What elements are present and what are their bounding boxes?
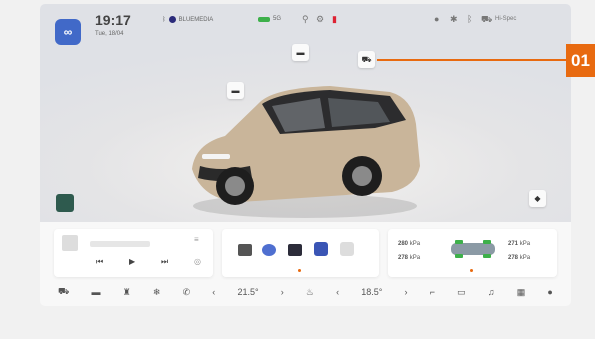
- app-shortcuts-card[interactable]: [222, 229, 379, 277]
- grid-icon[interactable]: ▦: [517, 287, 526, 298]
- car-home-icon[interactable]: ⛟: [58, 286, 69, 298]
- profile-label: Hi-Spec: [495, 16, 517, 22]
- seat-icon[interactable]: ♜: [123, 287, 131, 298]
- widget-row: ⏮ ▶ ⏭ ≡ ◎ 280 kPa 278 kPa 271 kPa 278 kP…: [54, 229, 557, 277]
- tire-pressure-card[interactable]: 280 kPa 278 kPa 271 kPa 278 kPa: [388, 229, 557, 277]
- seat-adjust-icon[interactable]: ⌐: [430, 287, 435, 297]
- tire-front-left: 280: [398, 241, 409, 247]
- next-icon[interactable]: ⏭: [161, 257, 168, 267]
- dot-menu-icon[interactable]: ●: [547, 287, 552, 297]
- camera-app-icon[interactable]: [238, 244, 252, 256]
- callout-badge: 01: [566, 44, 595, 77]
- tire-unit-rr: kPa: [519, 255, 531, 261]
- seat-mode-button[interactable]: ◆: [529, 190, 546, 207]
- roof-hotspot[interactable]: ▬: [292, 44, 309, 61]
- left-quick-button[interactable]: [56, 194, 74, 212]
- gear-icon[interactable]: ✱: [450, 14, 458, 25]
- signal-status: 5G: [258, 16, 281, 22]
- page-indicator: [298, 269, 301, 272]
- right-temp: 18.5°: [361, 287, 383, 297]
- media-dot-icon: [168, 16, 176, 23]
- bus-icon[interactable]: ▬: [91, 287, 100, 297]
- seat-hotspot[interactable]: ⛟: [358, 51, 375, 68]
- tire-unit-rl: kPa: [409, 255, 421, 261]
- bluetooth-status: ᛒ BLUEMEDIA: [162, 16, 213, 23]
- settings-small-icon[interactable]: ◎: [194, 257, 201, 266]
- tire-rear-left: 278: [398, 255, 409, 261]
- play-icon[interactable]: ▶: [129, 257, 135, 266]
- track-title: [90, 241, 150, 247]
- tire-unit-fr: kPa: [519, 241, 531, 247]
- media-label: BLUEMEDIA: [178, 16, 214, 23]
- bluetooth-icon: ᛒ: [162, 16, 166, 23]
- signal-bar-icon: [258, 16, 270, 22]
- tire-unit-fl: kPa: [409, 241, 421, 247]
- clock: 19:17: [95, 12, 131, 28]
- date: Tue, 18/04: [95, 31, 124, 37]
- right-temp-up-icon[interactable]: ›: [405, 287, 408, 297]
- list-icon[interactable]: ≡: [194, 235, 199, 244]
- defrost-icon[interactable]: ▭: [457, 287, 466, 298]
- tire-rear-right: 278: [508, 255, 519, 261]
- vehicle-hero: ∞ 19:17 Tue, 18/04 ᛒ BLUEMEDIA 5G ⚲ ⚙ ▮ …: [40, 4, 571, 222]
- album-art: [62, 235, 78, 251]
- vehicle-image: [192, 86, 420, 218]
- bluetooth-toggle-icon[interactable]: ᛒ: [467, 14, 472, 24]
- phone-icon[interactable]: ✆: [183, 287, 191, 298]
- tire-page-indicator: [470, 269, 473, 272]
- app-logo[interactable]: ∞: [55, 19, 81, 45]
- signal-label: 5G: [273, 16, 282, 22]
- wifi-icon: ⚲: [302, 14, 309, 24]
- weather-app-icon[interactable]: [262, 244, 276, 256]
- fan-icon[interactable]: ❄: [153, 287, 161, 298]
- tire-front-right: 271: [508, 241, 519, 247]
- infotainment-screen: ∞ 19:17 Tue, 18/04 ᛒ BLUEMEDIA 5G ⚲ ⚙ ▮ …: [40, 4, 571, 306]
- car-icon[interactable]: ⛟: [481, 14, 492, 26]
- alert-icon: ▮: [332, 14, 337, 24]
- seat-heat-icon[interactable]: ♨: [306, 287, 314, 298]
- left-temp-up-icon[interactable]: ›: [281, 287, 284, 297]
- bottom-dock: ⛟ ▬ ♜ ❄ ✆ ‹ 21.5° › ♨ ‹ 18.5° › ⌐ ▭ ♫ ▦ …: [54, 280, 557, 304]
- prev-icon[interactable]: ⏮: [96, 257, 103, 267]
- status-bar: ∞ 19:17 Tue, 18/04 ᛒ BLUEMEDIA 5G ⚲ ⚙ ▮ …: [40, 4, 571, 45]
- more-app-icon[interactable]: [340, 242, 354, 256]
- tire-car-diagram: [451, 240, 495, 258]
- media-card[interactable]: ⏮ ▶ ⏭ ≡ ◎: [54, 229, 213, 277]
- user-icon[interactable]: ●: [434, 14, 439, 24]
- car-app-icon[interactable]: [288, 244, 302, 256]
- left-temp: 21.5°: [237, 287, 259, 297]
- left-temp-down-icon[interactable]: ‹: [212, 287, 215, 297]
- music-icon[interactable]: ♫: [488, 287, 495, 297]
- gallery-app-icon[interactable]: [314, 242, 328, 256]
- callout-line: [377, 59, 566, 61]
- settings-icon[interactable]: ⚙: [316, 14, 324, 25]
- right-temp-down-icon[interactable]: ‹: [336, 287, 339, 297]
